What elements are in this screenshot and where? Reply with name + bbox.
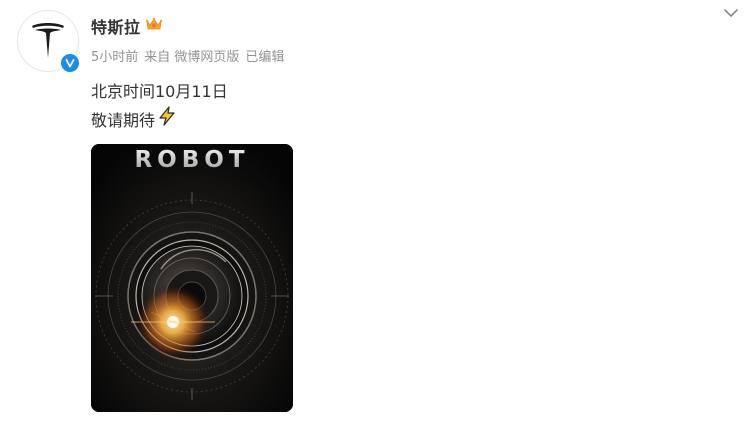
post-line-2: 敬请期待 (91, 106, 228, 135)
author-avatar[interactable] (17, 10, 81, 74)
post-time[interactable]: 5小时前 (91, 46, 138, 65)
post-text: 北京时间10月11日 敬请期待 (91, 78, 228, 135)
verified-badge-icon (59, 52, 81, 74)
post-source: 来自 微博网页版 (144, 50, 240, 65)
post-line-1: 北京时间10月11日 (91, 78, 228, 106)
chevron-down-icon[interactable] (722, 5, 740, 19)
media-title: ROBOT (134, 147, 249, 173)
edited-label[interactable]: 已编辑 (245, 46, 284, 65)
weibo-post: 特斯拉 5小时前 来自 微博网页版 已编辑 北京时间10月11日 敬请期待 RO… (0, 0, 750, 422)
post-meta: 5小时前 来自 微博网页版 已编辑 (91, 46, 284, 65)
author-row: 特斯拉 (91, 14, 163, 38)
author-name[interactable]: 特斯拉 (91, 14, 141, 38)
post-line-1-text: 北京时间10月11日 (91, 82, 228, 101)
post-image[interactable]: ROBOT (91, 144, 293, 412)
member-crown-icon[interactable] (145, 16, 163, 36)
post-line-2-text: 敬请期待 (91, 110, 156, 130)
lightning-icon (157, 106, 177, 135)
